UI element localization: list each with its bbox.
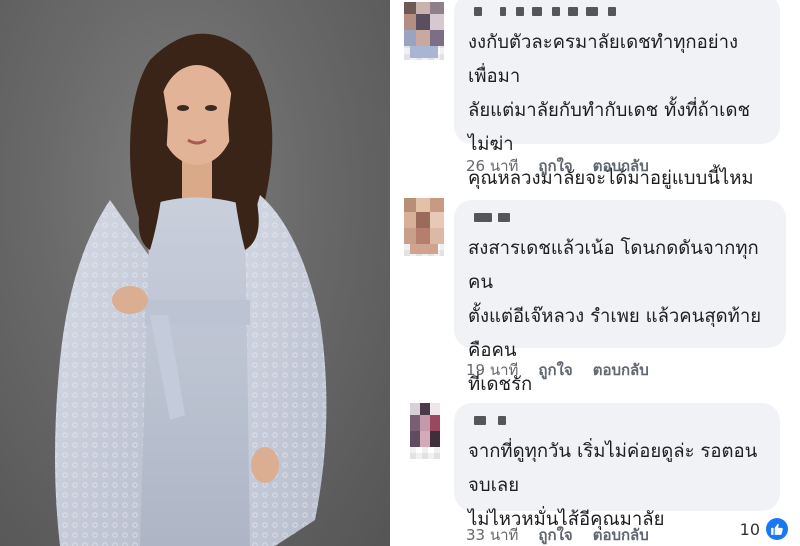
thumbs-up-icon bbox=[766, 518, 788, 540]
actress-photo bbox=[0, 0, 390, 546]
comment-item: จากที่ดูทุกวัน เริ่มไม่ค่อยดูล่ะ รอตอนจบ… bbox=[390, 395, 800, 546]
comment-item: งงกับตัวละครมาลัยเดชทำทุกอย่างเพื่อมา ลั… bbox=[390, 0, 800, 189]
reply-button[interactable]: ตอบกลับ bbox=[593, 523, 649, 546]
reaction-count: 10 bbox=[739, 519, 760, 539]
comment-bubble: จากที่ดูทุกวัน เริ่มไม่ค่อยดูล่ะ รอตอนจบ… bbox=[454, 403, 780, 530]
comment-item: สงสารเดชแล้วเน้อ โดนกดดันจากทุกคน ตั้งแต… bbox=[390, 190, 800, 395]
comment-time[interactable]: 26 นาที bbox=[466, 154, 518, 178]
actress-illustration bbox=[55, 33, 327, 546]
comments-panel: งงกับตัวละครมาลัยเดชทำทุกอย่างเพื่อมา ลั… bbox=[390, 0, 800, 546]
commenter-name[interactable] bbox=[468, 413, 766, 427]
comment-bubble: งงกับตัวละครมาลัยเดชทำทุกอย่างเพื่อมา ลั… bbox=[454, 0, 780, 189]
like-button[interactable]: ถูกใจ bbox=[538, 523, 572, 546]
reaction-summary[interactable]: 10 bbox=[740, 518, 788, 540]
like-button[interactable]: ถูกใจ bbox=[538, 358, 572, 382]
comment-time[interactable]: 19 นาที bbox=[466, 358, 518, 382]
like-button[interactable]: ถูกใจ bbox=[538, 154, 572, 178]
comment-actions: 33 นาที ถูกใจ ตอบกลับ bbox=[466, 523, 649, 546]
reply-button[interactable]: ตอบกลับ bbox=[593, 358, 649, 382]
commenter-name[interactable] bbox=[468, 4, 766, 18]
comment-time[interactable]: 33 นาที bbox=[466, 523, 518, 546]
comment-actions: 26 นาที ถูกใจ ตอบกลับ bbox=[466, 154, 649, 178]
avatar[interactable] bbox=[404, 198, 444, 256]
comment-text: จากที่ดูทุกวัน เริ่มไม่ค่อยดูล่ะ รอตอนจบ… bbox=[468, 441, 758, 530]
comment-actions: 19 นาที ถูกใจ ตอบกลับ bbox=[466, 358, 649, 382]
reply-button[interactable]: ตอบกลับ bbox=[593, 154, 649, 178]
avatar[interactable] bbox=[404, 2, 444, 60]
commenter-name[interactable] bbox=[468, 210, 772, 224]
avatar[interactable] bbox=[410, 403, 440, 459]
comment-bubble: สงสารเดชแล้วเน้อ โดนกดดันจากทุกคน ตั้งแต… bbox=[454, 200, 786, 395]
